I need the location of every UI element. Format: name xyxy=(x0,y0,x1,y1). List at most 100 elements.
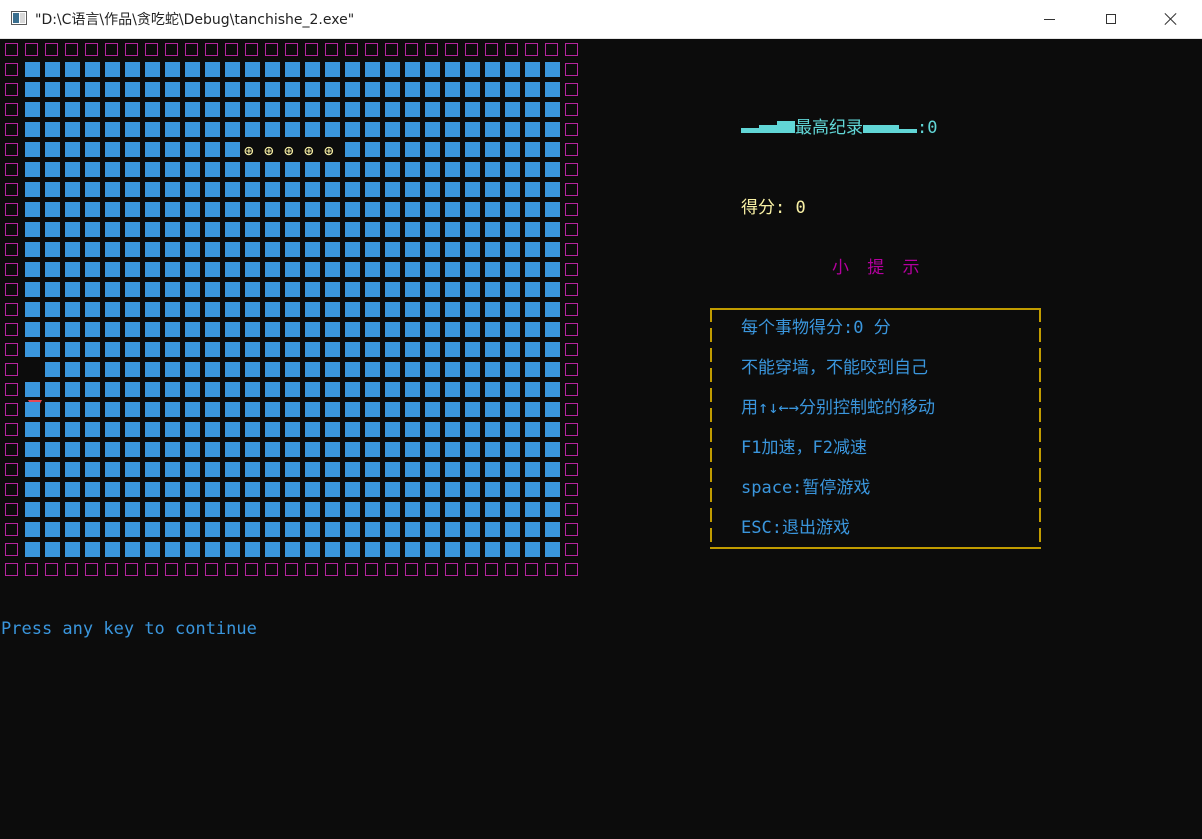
floor-cell xyxy=(384,141,404,161)
floor-cell xyxy=(524,461,544,481)
floor-cell xyxy=(424,361,444,381)
floor-cell xyxy=(304,321,324,341)
floor-cell xyxy=(224,101,244,121)
floor-cell xyxy=(244,281,264,301)
floor-cell xyxy=(464,461,484,481)
floor-cell xyxy=(324,361,344,381)
wall-cell xyxy=(324,41,344,61)
title-bar[interactable]: "D:\C语言\作品\贪吃蛇\Debug\tanchishe_2.exe" xyxy=(0,0,1202,39)
floor-cell xyxy=(64,301,84,321)
floor-cell xyxy=(224,161,244,181)
floor-cell xyxy=(24,221,44,241)
floor-cell xyxy=(544,181,564,201)
wall-cell xyxy=(424,561,444,581)
floor-cell xyxy=(224,361,244,381)
floor-cell xyxy=(24,101,44,121)
floor-cell xyxy=(124,441,144,461)
wall-cell xyxy=(564,361,584,381)
floor-cell xyxy=(144,61,164,81)
floor-cell xyxy=(544,261,564,281)
floor-cell xyxy=(384,121,404,141)
floor-cell xyxy=(64,341,84,361)
wall-cell xyxy=(444,561,464,581)
wall-cell xyxy=(264,41,284,61)
floor-cell xyxy=(84,341,104,361)
floor-cell xyxy=(364,241,384,261)
floor-cell xyxy=(244,441,264,461)
floor-cell xyxy=(224,441,244,461)
maximize-icon xyxy=(1106,14,1116,24)
floor-cell xyxy=(244,381,264,401)
floor-cell xyxy=(284,521,304,541)
floor-cell xyxy=(284,501,304,521)
wall-cell xyxy=(424,41,444,61)
floor-cell xyxy=(304,341,324,361)
floor-cell xyxy=(184,241,204,261)
floor-cell xyxy=(284,161,304,181)
floor-cell xyxy=(224,381,244,401)
floor-cell xyxy=(404,101,424,121)
floor-cell xyxy=(524,241,544,261)
floor-cell xyxy=(304,421,324,441)
floor-cell xyxy=(544,481,564,501)
floor-cell xyxy=(404,301,424,321)
wall-cell xyxy=(564,481,584,501)
floor-cell xyxy=(484,321,504,341)
floor-cell xyxy=(264,381,284,401)
floor-cell xyxy=(484,461,504,481)
wall-cell xyxy=(24,561,44,581)
floor-cell xyxy=(84,161,104,181)
floor-cell xyxy=(144,421,164,441)
maximize-button[interactable] xyxy=(1080,0,1142,38)
floor-cell xyxy=(384,201,404,221)
floor-cell xyxy=(44,321,64,341)
floor-cell xyxy=(264,401,284,421)
floor-cell xyxy=(104,521,124,541)
floor-cell xyxy=(504,221,524,241)
floor-cell xyxy=(84,101,104,121)
floor-cell xyxy=(424,201,444,221)
floor-cell xyxy=(224,181,244,201)
tip-arrows: 用↑↓←→分别控制蛇的移动 xyxy=(741,398,935,418)
floor-cell xyxy=(284,121,304,141)
wall-cell xyxy=(4,441,24,461)
floor-cell xyxy=(44,61,64,81)
floor-cell xyxy=(364,321,384,341)
floor-cell xyxy=(344,281,364,301)
high-score-record: 最高纪录:0 xyxy=(741,118,937,138)
floor-cell xyxy=(504,441,524,461)
floor-cell xyxy=(104,261,124,281)
floor-cell xyxy=(84,481,104,501)
floor-cell xyxy=(184,141,204,161)
floor-cell xyxy=(324,161,344,181)
tip-points: 每个事物得分:0 分 xyxy=(741,318,891,338)
floor-cell xyxy=(204,421,224,441)
floor-cell xyxy=(304,481,324,501)
floor-cell xyxy=(344,61,364,81)
wall-cell xyxy=(524,561,544,581)
wall-cell xyxy=(544,41,564,61)
floor-cell xyxy=(504,461,524,481)
wall-cell xyxy=(4,141,24,161)
floor-cell xyxy=(324,421,344,441)
floor-cell xyxy=(524,181,544,201)
floor-cell xyxy=(364,141,384,161)
floor-cell xyxy=(204,321,224,341)
wall-cell xyxy=(4,461,24,481)
floor-cell xyxy=(144,341,164,361)
floor-cell xyxy=(144,441,164,461)
wall-cell xyxy=(344,561,364,581)
floor-cell xyxy=(404,421,424,441)
floor-cell xyxy=(244,261,264,281)
floor-cell xyxy=(184,541,204,561)
wall-cell xyxy=(4,401,24,421)
wall-cell xyxy=(44,41,64,61)
minimize-button[interactable] xyxy=(1018,0,1080,38)
floor-cell xyxy=(404,401,424,421)
floor-cell xyxy=(284,541,304,561)
floor-cell xyxy=(64,281,84,301)
close-button[interactable] xyxy=(1140,0,1202,38)
floor-cell xyxy=(244,321,264,341)
floor-cell xyxy=(124,261,144,281)
floor-cell xyxy=(544,521,564,541)
